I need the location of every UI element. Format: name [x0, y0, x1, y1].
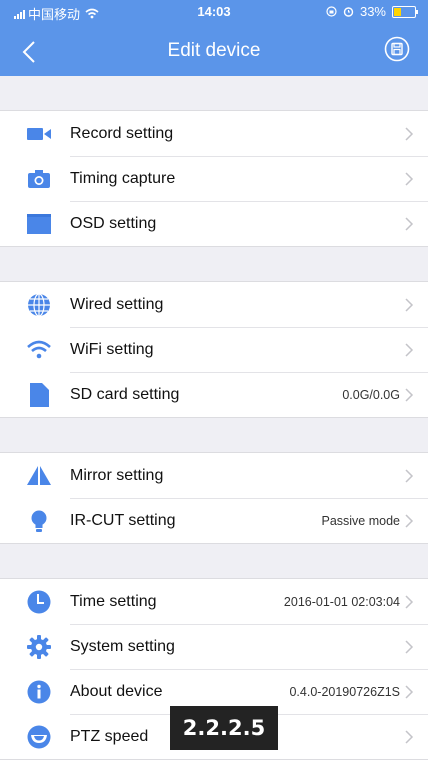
item-label: SD card setting: [70, 385, 180, 403]
settings-item-timing-capture[interactable]: Timing capture: [0, 156, 428, 201]
clock-icon: [26, 589, 52, 615]
ptz-icon: [26, 724, 52, 750]
item-value: 2016-01-01 02:03:04: [283, 594, 400, 609]
item-label: Timing capture: [70, 169, 176, 187]
settings-item-record-setting[interactable]: Record setting: [0, 111, 428, 156]
item-label: IR-CUT setting: [70, 511, 176, 529]
settings-item-time-setting[interactable]: Time setting 2016-01-01 02:03:04: [0, 579, 428, 624]
item-value: 0.0G/0.0G: [342, 387, 400, 402]
header: 中国移动 14:03 33% Edit device: [0, 0, 428, 76]
settings-group: Mirror setting IR-CUT setting Passive mode: [0, 452, 428, 544]
chevron-right-icon: [404, 513, 428, 529]
orientation-lock-icon: [326, 6, 337, 17]
settings-group: Wired setting WiFi setting SD card setting…: [0, 281, 428, 418]
item-label: OSD setting: [70, 214, 157, 232]
battery-percent: 33%: [359, 4, 386, 19]
item-label: Wired setting: [70, 295, 164, 313]
chevron-right-icon: [404, 684, 428, 700]
settings-group: Record setting Timing capture OSD setting: [0, 110, 428, 247]
version-overlay: 2.2.2.5: [170, 706, 278, 750]
status-bar: 中国移动 14:03 33%: [0, 0, 428, 22]
alarm-icon: [343, 7, 354, 17]
sd-card-icon: [26, 382, 52, 408]
chevron-right-icon: [404, 216, 428, 232]
item-label: Record setting: [70, 124, 174, 142]
item-label: WiFi setting: [70, 340, 154, 358]
chevron-right-icon: [404, 126, 428, 142]
settings-item-ir-cut-setting[interactable]: IR-CUT setting Passive mode: [0, 498, 428, 543]
item-value: Passive mode: [321, 513, 400, 528]
nav-bar: Edit device: [0, 26, 428, 76]
save-button[interactable]: [384, 36, 410, 62]
chevron-right-icon: [404, 297, 428, 313]
settings-item-osd-setting[interactable]: OSD setting: [0, 201, 428, 246]
settings-item-system-setting[interactable]: System setting: [0, 624, 428, 669]
item-label: Mirror setting: [70, 466, 164, 484]
camera-icon: [26, 166, 52, 192]
bulb-icon: [26, 508, 52, 534]
info-icon: [26, 679, 52, 705]
settings-list: Record setting Timing capture OSD setting W…: [0, 76, 428, 760]
item-value: 0.4.0-20190726Z1S: [289, 684, 400, 699]
chevron-right-icon: [404, 639, 428, 655]
chevron-right-icon: [404, 729, 428, 745]
battery-icon: [392, 5, 418, 18]
settings-item-mirror-setting[interactable]: Mirror setting: [0, 453, 428, 498]
settings-item-wired-setting[interactable]: Wired setting: [0, 282, 428, 327]
wifi-icon: [26, 337, 52, 363]
video-camera-icon: [26, 121, 52, 147]
settings-item-wifi-setting[interactable]: WiFi setting: [0, 327, 428, 372]
globe-icon: [26, 292, 52, 318]
item-label: System setting: [70, 637, 175, 655]
chevron-right-icon: [404, 594, 428, 610]
chevron-right-icon: [404, 468, 428, 484]
chevron-right-icon: [404, 342, 428, 358]
gear-icon: [26, 634, 52, 660]
settings-item-sd-card-setting[interactable]: SD card setting 0.0G/0.0G: [0, 372, 428, 417]
page-title: Edit device: [167, 40, 261, 61]
folder-icon: [26, 211, 52, 237]
chevron-right-icon: [404, 387, 428, 403]
status-right: 33%: [326, 4, 418, 19]
mirror-icon: [26, 463, 52, 489]
chevron-right-icon: [404, 171, 428, 187]
item-label: Time setting: [70, 592, 157, 610]
item-label: About device: [70, 682, 163, 700]
